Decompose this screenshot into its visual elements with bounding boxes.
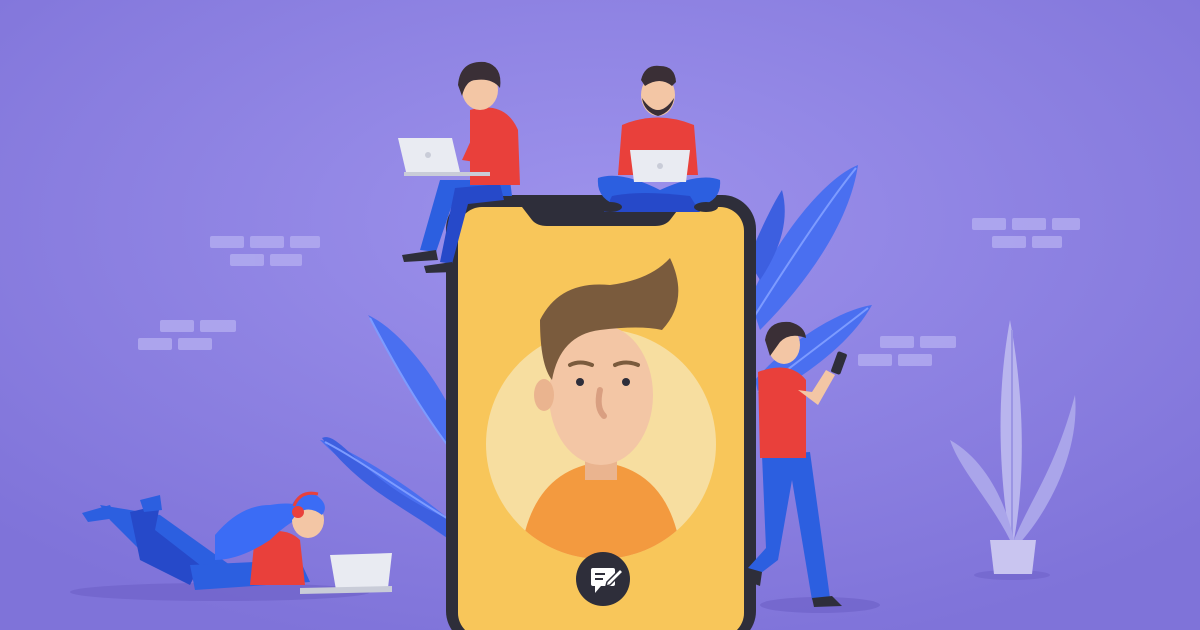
message-button[interactable] [576,552,630,606]
illustration-scene [0,0,1200,630]
